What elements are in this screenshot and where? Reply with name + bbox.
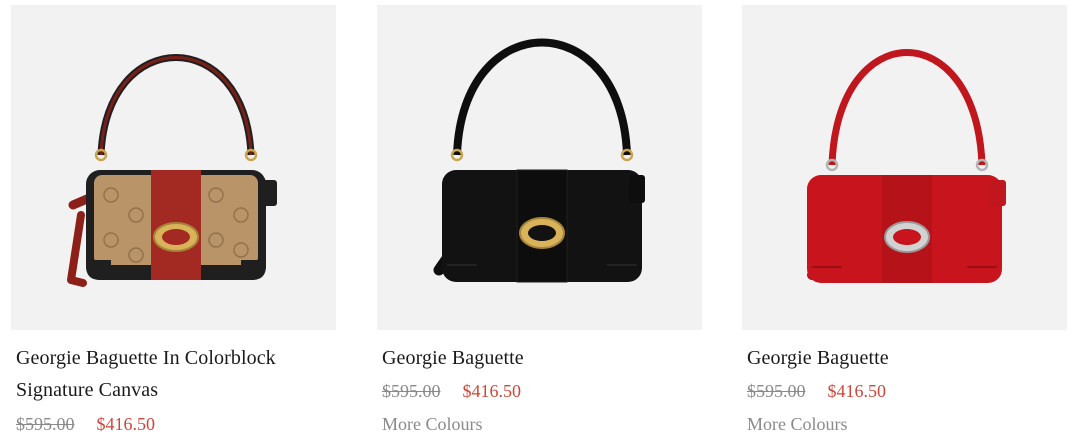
bag-illustration	[67, 54, 277, 287]
price-row: $595.00 $416.50	[382, 380, 521, 402]
product-name[interactable]: Georgie Baguette	[747, 342, 1062, 374]
product-card[interactable]: Georgie Baguette $595.00 $416.50 More Col…	[377, 0, 702, 439]
original-price: $595.00	[382, 381, 441, 401]
original-price: $595.00	[16, 414, 75, 434]
price-row: $595.00 $416.50	[747, 380, 886, 402]
product-image[interactable]	[377, 5, 702, 330]
product-image[interactable]	[742, 5, 1067, 330]
price-row: $595.00 $416.50	[16, 413, 155, 435]
bag-illustration	[433, 38, 645, 283]
sale-price: $416.50	[827, 381, 887, 401]
product-name[interactable]: Georgie Baguette In Colorblock Signature…	[16, 342, 331, 406]
product-name[interactable]: Georgie Baguette	[382, 342, 697, 374]
sale-price: $416.50	[96, 414, 156, 434]
more-colours-link[interactable]: More Colours	[747, 413, 848, 435]
product-image[interactable]	[11, 5, 336, 330]
product-card[interactable]: Georgie Baguette In Colorblock Signature…	[11, 0, 336, 439]
bag-illustration	[807, 49, 1006, 283]
product-card[interactable]: Georgie Baguette $595.00 $416.50 More Col…	[742, 0, 1067, 439]
original-price: $595.00	[747, 381, 806, 401]
sale-price: $416.50	[462, 381, 522, 401]
more-colours-link[interactable]: More Colours	[382, 413, 483, 435]
product-grid: Georgie Baguette In Colorblock Signature…	[0, 0, 1080, 439]
